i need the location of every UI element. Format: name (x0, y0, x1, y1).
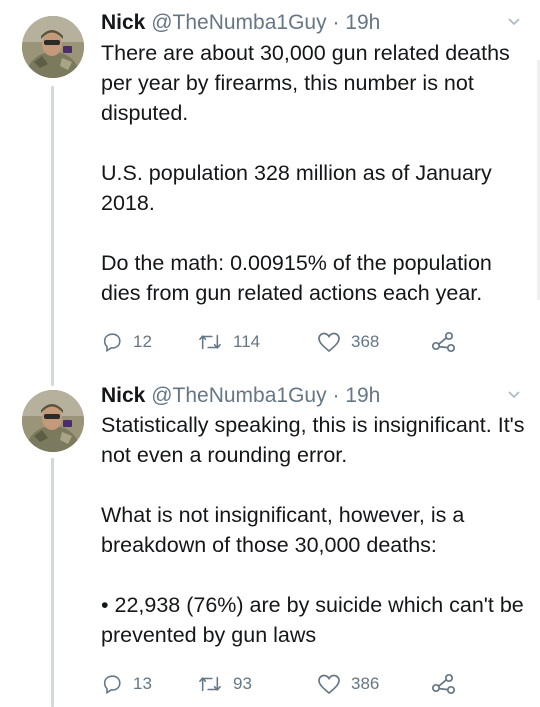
reply-button[interactable]: 12 (101, 331, 152, 353)
tweet-paragraph: Do the math: 0.00915% of the population … (101, 251, 492, 305)
retweet-count: 114 (233, 332, 261, 351)
like-count: 386 (351, 674, 380, 693)
tweet-paragraph: • 22,938 (76%) are by suicide which can'… (101, 593, 524, 647)
timestamp[interactable]: 19h (345, 384, 380, 407)
heart-icon (318, 674, 340, 695)
display-name[interactable]: Nick (101, 384, 145, 407)
share-icon (431, 331, 456, 353)
reply-button[interactable]: 13 (101, 673, 152, 695)
tweet-text: There are about 30,000 gun related death… (101, 38, 531, 308)
tweet-text: Statistically speaking, this is insignif… (101, 410, 531, 650)
chevron-down-icon[interactable] (506, 14, 522, 30)
chevron-down-icon[interactable] (506, 387, 522, 403)
avatar[interactable] (22, 390, 84, 452)
retweet-button[interactable]: 114 (197, 331, 260, 353)
user-handle[interactable]: @TheNumba1Guy (151, 384, 326, 407)
tweet-header: Nick @TheNumba1Guy · 19h (101, 383, 380, 409)
tweet-actions: 13 93 386 (101, 673, 481, 697)
like-button[interactable]: 386 (317, 673, 379, 695)
retweet-icon (199, 676, 221, 692)
timestamp[interactable]: 19h (345, 11, 380, 34)
like-count: 368 (351, 332, 380, 351)
share-button[interactable] (431, 673, 457, 700)
separator-dot: · (332, 384, 340, 407)
tweet-paragraph: There are about 30,000 gun related death… (101, 41, 510, 125)
tweet-paragraph: What is not insignificant, however, is a… (101, 503, 465, 557)
separator-dot: · (332, 11, 340, 34)
share-icon (431, 673, 456, 695)
tweet[interactable]: Nick @TheNumba1Guy · 19h There are about… (0, 10, 540, 365)
tweet-header: Nick @TheNumba1Guy · 19h (101, 10, 380, 36)
like-button[interactable]: 368 (317, 331, 379, 353)
retweet-button[interactable]: 93 (197, 673, 252, 695)
avatar-image (22, 16, 84, 78)
reply-icon (103, 675, 121, 695)
reply-count: 13 (133, 674, 152, 693)
tweet[interactable]: Nick @TheNumba1Guy · 19h Statistically s… (0, 383, 540, 707)
reply-count: 12 (133, 332, 152, 351)
tweet-actions: 12 114 368 (101, 331, 481, 355)
avatar-image (22, 390, 84, 452)
retweet-count: 93 (233, 674, 252, 693)
display-name[interactable]: Nick (101, 11, 145, 34)
user-handle[interactable]: @TheNumba1Guy (151, 11, 326, 34)
tweet-paragraph: U.S. population 328 million as of Januar… (101, 161, 492, 215)
tweet-paragraph: Statistically speaking, this is insignif… (101, 413, 525, 467)
heart-icon (318, 332, 340, 353)
retweet-icon (199, 334, 221, 350)
reply-icon (103, 333, 121, 353)
avatar[interactable] (22, 16, 84, 78)
share-button[interactable] (431, 331, 457, 358)
